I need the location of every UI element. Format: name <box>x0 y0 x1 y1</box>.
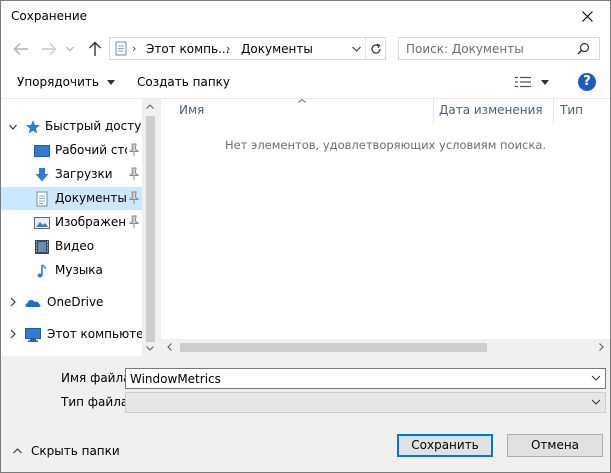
organize-label: Упорядочить <box>17 75 99 89</box>
tree-item-label: Документы <box>55 191 127 205</box>
chevron-down-icon[interactable] <box>9 123 17 133</box>
arrow-up-icon <box>89 41 101 56</box>
cancel-button[interactable]: Отмена <box>507 434 603 457</box>
video-icon <box>35 240 49 254</box>
downloads-icon <box>35 168 49 182</box>
close-icon <box>581 11 593 22</box>
chevron-down-icon <box>351 46 361 52</box>
caret-down-icon <box>106 80 115 85</box>
address-bar[interactable]: › Этот компь... › Документы <box>109 37 386 60</box>
close-button[interactable] <box>564 1 610 32</box>
command-toolbar: Упорядочить Создать папку ? <box>1 66 610 99</box>
navigation-bar: › Этот компь... › Документы <box>1 32 610 66</box>
recent-locations-button[interactable] <box>65 41 75 57</box>
tree-item-label: Рабочий сто <box>55 143 127 157</box>
tree-item-music[interactable]: Музыка <box>1 259 142 282</box>
breadcrumb-this-pc[interactable]: Этот компь... <box>146 42 230 56</box>
tree-item-documents[interactable]: Документы <box>1 187 142 210</box>
column-divider[interactable] <box>553 99 554 124</box>
tree-item-onedrive[interactable]: OneDrive <box>1 291 142 314</box>
search-input[interactable] <box>406 41 576 56</box>
breadcrumb-separator[interactable]: › <box>132 42 136 55</box>
new-folder-button[interactable]: Создать папку <box>137 75 230 89</box>
chevron-down-icon[interactable] <box>591 374 601 382</box>
filename-combobox[interactable] <box>125 368 606 389</box>
refresh-button[interactable] <box>365 38 386 59</box>
chevron-right-icon[interactable] <box>9 297 17 307</box>
tree-item-downloads[interactable]: Загрузки <box>1 163 142 186</box>
this-pc-label: Этот компьютер <box>47 327 142 341</box>
tree-item-label: Изображени <box>55 215 127 229</box>
up-button[interactable] <box>87 41 103 57</box>
tree-item-video[interactable]: Видео <box>1 235 142 258</box>
column-header-type[interactable]: Тип <box>560 103 583 117</box>
details-view-icon <box>515 76 531 88</box>
empty-results-message: Нет элементов, удовлетворяющих условиям … <box>224 138 547 152</box>
filename-label: Имя файла: <box>61 371 135 385</box>
music-icon <box>37 264 47 278</box>
hide-folders-label: Скрыть папки <box>31 444 120 458</box>
scroll-left-icon[interactable] <box>167 343 172 351</box>
organize-button[interactable]: Упорядочить <box>17 75 115 89</box>
scroll-thumb[interactable] <box>180 343 487 352</box>
file-list-scrollbar[interactable] <box>161 339 610 356</box>
column-divider[interactable] <box>433 99 434 124</box>
arrow-right-icon <box>42 43 57 55</box>
save-form: Имя файла: Тип файла: Скрыть папки Сохра… <box>1 356 610 472</box>
caret-down-icon <box>541 80 549 85</box>
tree-item-label: Загрузки <box>55 167 113 181</box>
pin-icon[interactable] <box>128 215 140 229</box>
chevron-up-icon <box>13 448 22 454</box>
scroll-up-icon[interactable] <box>146 104 154 109</box>
address-history-button[interactable] <box>347 38 365 59</box>
save-dialog: Сохранение › Этот компь... › Документы П… <box>0 0 611 473</box>
tree-item-this-pc[interactable]: Этот компьютер <box>1 323 142 346</box>
breadcrumb-documents[interactable]: Документы <box>241 42 313 56</box>
forward-button[interactable] <box>41 41 57 57</box>
chevron-right-icon[interactable] <box>9 329 17 339</box>
onedrive-icon <box>25 300 41 307</box>
scroll-down-icon[interactable] <box>146 346 154 351</box>
chevron-down-icon[interactable] <box>591 398 601 406</box>
pin-icon[interactable] <box>128 167 140 181</box>
quick-access-label: Быстрый доступ <box>45 119 142 133</box>
title-bar: Сохранение <box>1 1 610 32</box>
refresh-icon <box>371 42 381 54</box>
pin-icon[interactable] <box>128 191 140 205</box>
save-button[interactable]: Сохранить <box>397 434 493 457</box>
filetype-select[interactable] <box>125 392 606 413</box>
search-box[interactable] <box>398 37 600 60</box>
column-header-date[interactable]: Дата изменения <box>439 103 543 117</box>
scroll-right-icon[interactable] <box>599 343 604 351</box>
filetype-label: Тип файла: <box>61 395 133 409</box>
tree-item-pictures[interactable]: Изображени <box>1 211 142 234</box>
navigation-pane: Быстрый доступ Рабочий сто Загрузки Доку… <box>1 99 158 356</box>
filename-input[interactable] <box>130 371 580 386</box>
file-list-pane: Имя Дата изменения Тип Нет элементов, уд… <box>161 99 610 356</box>
sort-ascending-icon <box>298 99 306 103</box>
tree-item-quick-access[interactable]: Быстрый доступ <box>1 115 142 138</box>
tree-item-label: Музыка <box>55 263 103 277</box>
onedrive-label: OneDrive <box>47 295 104 309</box>
search-icon <box>577 42 590 55</box>
pictures-icon <box>34 217 50 229</box>
computer-icon <box>25 328 41 342</box>
column-header-name[interactable]: Имя <box>179 103 204 117</box>
pin-icon[interactable] <box>128 143 140 157</box>
breadcrumb-separator[interactable]: › <box>226 42 230 55</box>
help-button[interactable]: ? <box>578 73 596 91</box>
star-icon <box>26 120 40 134</box>
documents-icon <box>36 191 48 207</box>
scroll-thumb[interactable] <box>146 116 155 342</box>
view-options-button[interactable] <box>515 75 551 91</box>
tree-item-label: Видео <box>55 239 95 253</box>
chevron-down-icon <box>66 46 74 52</box>
navigation-scrollbar[interactable] <box>142 99 158 356</box>
window-title: Сохранение <box>11 9 88 23</box>
tree-item-desktop[interactable]: Рабочий сто <box>1 139 142 162</box>
document-location-icon <box>115 41 127 56</box>
back-button[interactable] <box>13 41 29 57</box>
desktop-icon <box>34 145 50 157</box>
arrow-left-icon <box>13 43 28 55</box>
